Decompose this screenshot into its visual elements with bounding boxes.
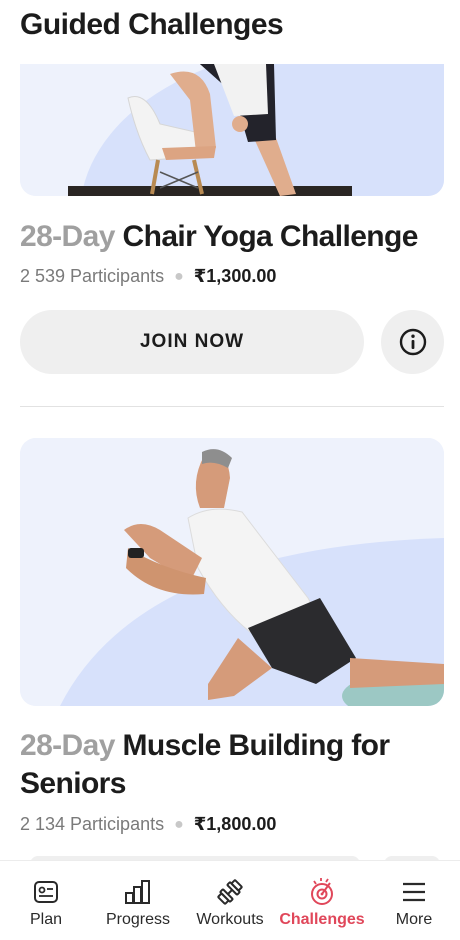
tab-label: More — [395, 911, 433, 928]
challenge-meta: 2 539 Participants ● ₹1,300.00 — [20, 266, 276, 287]
plan-icon — [34, 881, 58, 903]
chair-yoga-image[interactable] — [20, 64, 444, 196]
participants-count: 2 539 Participants — [20, 266, 165, 286]
divider — [20, 406, 444, 407]
tab-more[interactable]: More — [368, 861, 460, 940]
muscle-building-image[interactable] — [20, 438, 444, 706]
hamburger-menu-icon — [403, 882, 425, 902]
tab-label: Challenges — [279, 911, 365, 928]
participants-count: 2 134 Participants — [20, 814, 165, 834]
join-now-button[interactable]: JOIN NOW — [20, 310, 364, 374]
muscle-building-illustration — [20, 438, 444, 706]
bottom-tab-bar: Plan Progress Workouts Challenges More — [0, 860, 460, 940]
tab-label: Plan — [29, 911, 63, 928]
tab-workouts[interactable]: Workouts — [184, 861, 276, 940]
challenge-price: ₹1,300.00 — [193, 266, 277, 286]
challenge-price: ₹1,800.00 — [193, 814, 277, 834]
tab-challenges[interactable]: Challenges — [276, 861, 368, 940]
page-title: Guided Challenges — [20, 8, 284, 41]
chair-yoga-illustration — [20, 64, 444, 196]
tab-label: Workouts — [196, 911, 264, 928]
progress-chart-icon — [125, 880, 150, 904]
challenge-duration: 28-Day — [20, 220, 115, 253]
info-button[interactable] — [381, 310, 444, 374]
challenge-name: Chair Yoga Challenge — [122, 220, 419, 253]
tab-plan[interactable]: Plan — [0, 861, 92, 940]
separator-dot: ● — [174, 815, 184, 833]
challenge-title[interactable]: 28-Day Chair Yoga Challenge — [20, 218, 418, 256]
info-icon — [399, 328, 426, 356]
challenge-duration: 28-Day — [20, 729, 115, 762]
challenge-target-icon — [311, 878, 333, 905]
challenge-meta: 2 134 Participants ● ₹1,800.00 — [20, 814, 276, 835]
separator-dot: ● — [174, 267, 184, 285]
tab-label: Progress — [105, 911, 171, 928]
challenge-title[interactable]: 28-Day Muscle Building for Seniors — [20, 727, 440, 803]
tab-progress[interactable]: Progress — [92, 861, 184, 940]
dumbbell-icon — [217, 879, 243, 905]
